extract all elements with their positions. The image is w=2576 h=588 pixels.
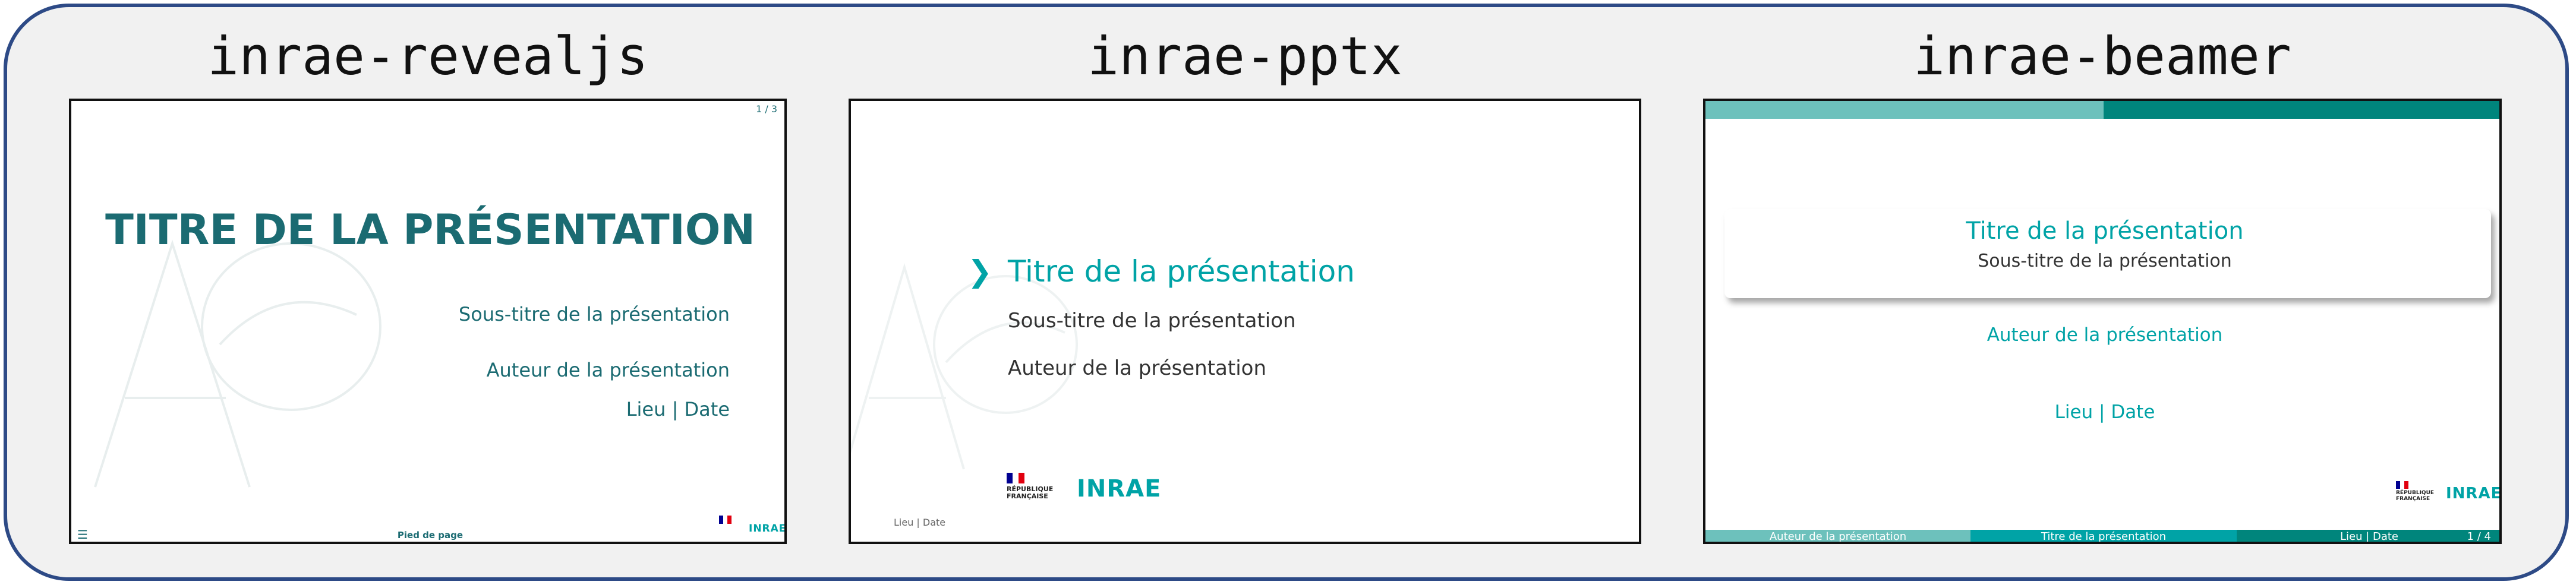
- slide-place-date: Lieu | Date: [2054, 402, 2155, 423]
- slide-author: Auteur de la présentation: [1008, 356, 1266, 380]
- french-flag-icon: [719, 516, 732, 524]
- panel-title-revealjs: inrae-revealjs: [207, 26, 648, 87]
- panel-title-beamer: inrae-beamer: [1913, 26, 2291, 87]
- slide-place-date: Lieu | Date: [894, 517, 946, 528]
- slide-subtitle: Sous-titre de la présentation: [1008, 309, 1296, 333]
- slide-counter: 1 / 3: [756, 103, 777, 115]
- header-bar-light: [1705, 101, 2104, 119]
- slide-author: Auteur de la présentation: [1987, 324, 2223, 346]
- rf-line-2: FRANÇAISE: [2396, 495, 2430, 502]
- slide-subtitle: Sous-titre de la présentation: [458, 303, 730, 325]
- slide-title: Titre de la présentation: [1008, 254, 1355, 289]
- beamer-slide: Titre de la présentation Sous-titre de l…: [1703, 99, 2502, 544]
- pptx-slide: ❯ Titre de la présentation Sous-titre de…: [849, 99, 1641, 544]
- slide-title: TITRE DE LA PRÉSENTATION: [105, 206, 755, 254]
- inrae-logo: INRAE: [1077, 475, 1162, 502]
- slide-footer: Pied de page: [397, 530, 464, 540]
- french-flag-icon: [2396, 481, 2408, 489]
- french-flag-icon: [1007, 473, 1024, 483]
- rf-line-2: FRANÇAISE: [1007, 492, 1048, 501]
- chevron-right-icon: ❯: [967, 254, 992, 289]
- slide-subtitle: Sous-titre de la présentation: [1978, 251, 2232, 271]
- header-bar-dark: [2104, 101, 2499, 119]
- footer-place-date: Lieu | Date: [2237, 530, 2499, 542]
- footer-page-number: 1 / 4: [2467, 530, 2491, 543]
- slide-place-date: Lieu | Date: [626, 398, 730, 421]
- slide-author: Auteur de la présentation: [486, 359, 730, 381]
- inrae-logo: INRAE: [2446, 485, 2502, 502]
- revealjs-slide: 1 / 3 TITRE DE LA PRÉSENTATION Sous-titr…: [69, 99, 787, 544]
- panel-title-pptx: inrae-pptx: [1087, 26, 1402, 87]
- inrae-logo: INRAE: [749, 523, 787, 535]
- footer-author: Auteur de la présentation: [1705, 530, 1970, 542]
- footer-title: Titre de la présentation: [1970, 530, 2237, 542]
- slide-title: Titre de la présentation: [1966, 217, 2244, 245]
